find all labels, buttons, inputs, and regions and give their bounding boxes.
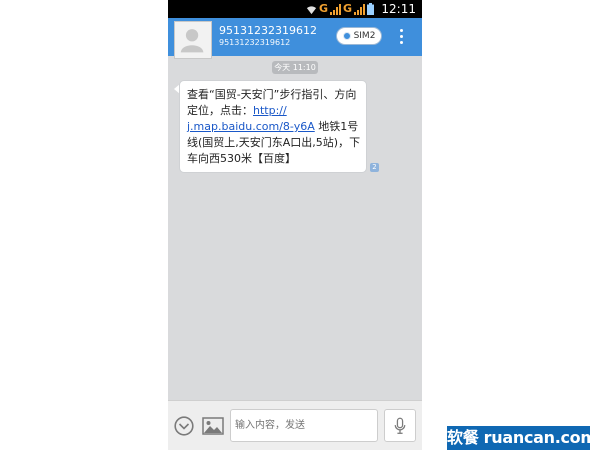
status-icons: G G bbox=[306, 2, 374, 16]
message-text: 定位，点击： bbox=[187, 104, 253, 117]
contact-name: 95131232319612 bbox=[219, 24, 317, 37]
message-bubble[interactable]: 查看“国贸-天安门”步行指引、方向 定位，点击：http:// j.map.ba… bbox=[179, 80, 367, 173]
message-line: 线(国贸上,天安门东A口出,5站)，下 bbox=[187, 136, 361, 149]
message-text: 地铁1号 bbox=[318, 120, 359, 133]
more-vert-icon[interactable] bbox=[394, 27, 408, 45]
message-link[interactable]: http:// bbox=[253, 104, 287, 117]
composer-bar bbox=[168, 400, 422, 450]
image-icon[interactable] bbox=[202, 417, 224, 435]
avatar[interactable] bbox=[174, 21, 212, 59]
sim-select-button[interactable]: SIM2 bbox=[336, 27, 382, 45]
status-time: 12:11 bbox=[381, 2, 416, 16]
sim-icon bbox=[342, 32, 351, 40]
message-line: 车向西530米【百度】 bbox=[187, 152, 296, 165]
voice-input-button[interactable] bbox=[384, 409, 416, 442]
date-chip: 今天 11:10 bbox=[272, 61, 318, 74]
sim-indicator-badge: 2 bbox=[370, 163, 379, 172]
message-line: 定位，点击：http:// bbox=[187, 103, 358, 119]
signal-icon bbox=[354, 3, 365, 15]
sim-button-label: SIM2 bbox=[353, 31, 376, 41]
battery-icon bbox=[367, 3, 374, 15]
signal-icon bbox=[329, 3, 341, 15]
contact-number: 95131232319612 bbox=[219, 38, 291, 47]
wifi-icon bbox=[306, 5, 317, 14]
person-icon bbox=[180, 29, 204, 53]
message-link[interactable]: j.map.baidu.com/8-y6A bbox=[187, 120, 315, 133]
microphone-icon bbox=[394, 417, 406, 434]
message-input[interactable] bbox=[230, 409, 378, 442]
message-line: 查看“国贸-天安门”步行指引、方向 bbox=[187, 88, 357, 101]
site-watermark: 软餐 ruancan.com bbox=[447, 426, 590, 450]
message-line: j.map.baidu.com/8-y6A 地铁1号 bbox=[187, 119, 358, 135]
chevron-down-circle-icon[interactable] bbox=[174, 416, 194, 436]
conversation-header: 95131232319612 95131232319612 SIM2 bbox=[168, 18, 422, 59]
network-type-label-1: G bbox=[318, 2, 328, 15]
phone-screen: G G 12:11 95131232319612 95131232319612 … bbox=[168, 0, 422, 450]
status-bar: G G 12:11 bbox=[168, 0, 422, 18]
network-type-label-2: G bbox=[342, 2, 352, 15]
